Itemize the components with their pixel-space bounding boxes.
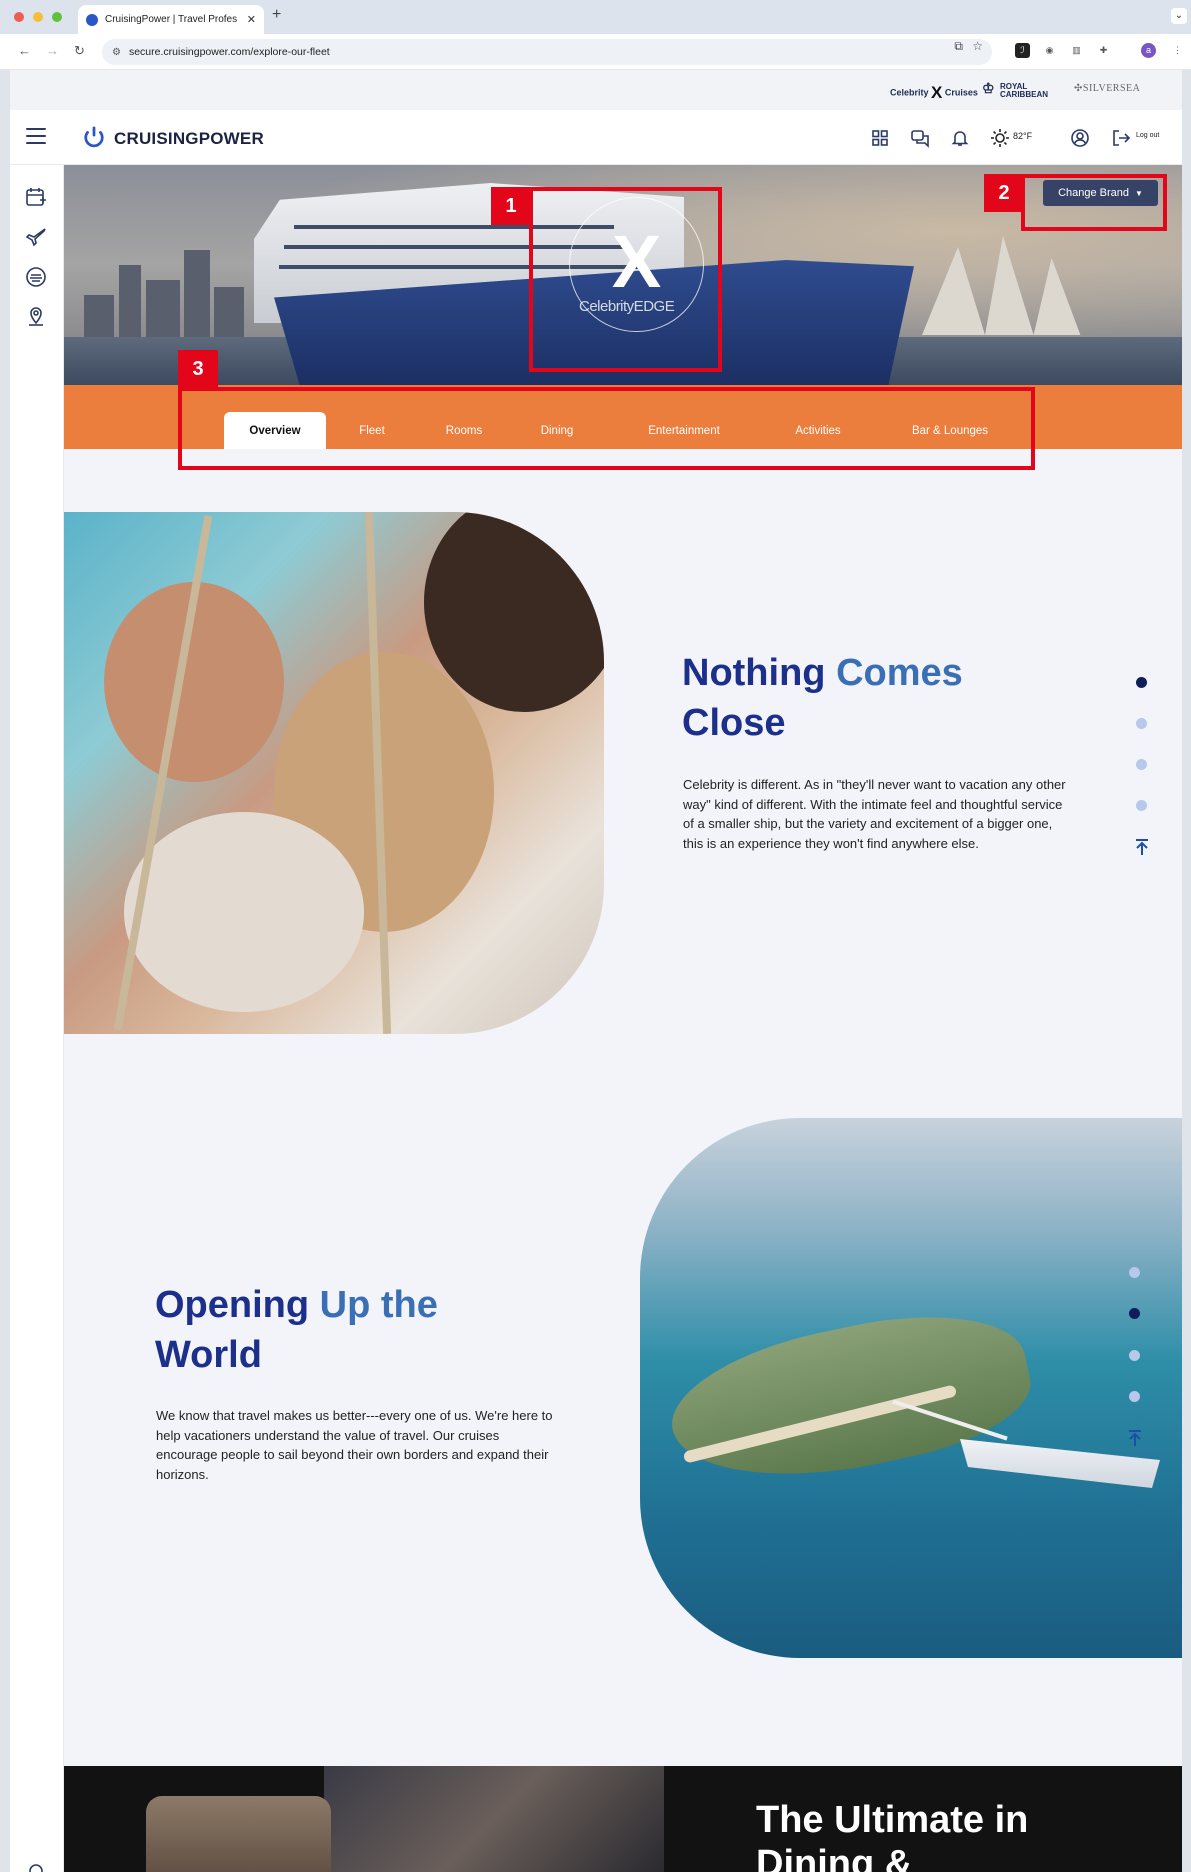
cruisingpower-favicon-icon [86,13,98,26]
notification-bell-icon[interactable] [950,128,970,148]
city-skyline [146,280,180,345]
chat-support-icon[interactable] [26,1862,46,1872]
scroll-to-top-icon[interactable] [1127,1429,1143,1447]
bookmark-star-icon[interactable]: ☆ [972,39,983,53]
cruise-ship-circle-icon[interactable] [25,266,47,288]
browser-menu-icon[interactable]: ⋮ [1170,43,1185,58]
tab-search-chevron-icon[interactable]: ⌄ [1171,8,1187,24]
section-dot-1[interactable] [1136,677,1147,688]
section-dot-1[interactable] [1129,1267,1140,1278]
title-line-2: Dining & [756,1843,913,1872]
celebrity-x-mark: X [931,83,943,102]
forward-arrow-icon[interactable]: → [46,43,59,58]
annotation-label-1: 1 [491,187,531,225]
section-dot-4[interactable] [1129,1391,1140,1402]
annotation-label-2: 2 [984,174,1024,212]
royal-caribbean-logo[interactable]: ♔ ROYAL CARIBBEAN [982,80,1048,99]
section-dot-3[interactable] [1136,759,1147,770]
annotation-box-2 [1021,174,1167,231]
logout-icon[interactable] [1111,128,1131,148]
dining-photo [146,1796,331,1872]
camera-extension-icon[interactable]: ◉ [1042,43,1057,58]
profile-avatar[interactable]: a [1141,43,1156,58]
section-dot-2[interactable] [1129,1308,1140,1319]
title-line-1: The Ultimate in [756,1799,1029,1841]
new-tab-icon[interactable]: + [272,6,281,24]
section-title-opening-up-the-world: Opening Up the World [155,1280,515,1380]
title-accent: Comes [836,652,963,694]
hamburger-menu-icon[interactable] [26,128,46,144]
brand-strip: Celebrity X Cruises ♔ ROYAL CARIBBEAN ✣S… [10,70,1182,110]
section-dot-2[interactable] [1136,718,1147,729]
side-panel-icon[interactable]: ▥ [1069,43,1084,58]
silversea-mark-icon: ✣ [1074,83,1083,94]
dining-photo-backdrop [324,1766,664,1872]
install-app-icon[interactable]: ⧉ [954,39,963,54]
calendar-add-icon[interactable] [25,186,47,208]
section-dot-4[interactable] [1136,800,1147,811]
tab-close-icon[interactable]: ✕ [247,13,256,26]
section-title-nothing-comes-close: Nothing Comes Close [682,648,1022,748]
photo-figure [124,812,364,1012]
browser-toolbar: ← → ↻ ⚙ secure.cruisingpower.com/explore… [0,34,1191,70]
map-pin-icon[interactable] [25,306,47,328]
cruisingpower-wordmark[interactable]: CRUISINGPOWER [114,129,264,149]
back-arrow-icon[interactable]: ← [18,43,31,58]
cruises-word: Cruises [944,87,978,98]
tab-title: CruisingPower | Travel Profes [105,14,238,25]
address-bar[interactable]: ⚙ secure.cruisingpower.com/explore-our-f… [102,39,992,65]
extensions-puzzle-icon[interactable]: ✚ [1096,43,1111,58]
window-zoom-dot[interactable] [52,12,62,22]
silversea-logo[interactable]: ✣SILVERSEA [1074,83,1140,94]
section-title-ultimate-dining: The Ultimate in Dining & [756,1798,1028,1872]
annotation-box-3 [178,387,1035,470]
city-skyline [119,265,141,345]
left-sidebar [10,165,64,1872]
title-primary: Opening [155,1284,310,1326]
chat-bubbles-icon[interactable] [910,128,930,148]
section-dot-3[interactable] [1129,1350,1140,1361]
section-body-travel: We know that travel makes us better---ev… [156,1408,553,1482]
island-shape [659,1292,1041,1504]
couple-pool-photo [64,512,604,1034]
user-account-icon[interactable] [1070,128,1090,148]
browser-tab-bar: CruisingPower | Travel Profes ✕ + ⌄ [0,0,1191,34]
title-primary: Nothing [682,652,826,694]
reload-icon[interactable]: ↻ [74,43,85,59]
celebrity-cruises-logo[interactable]: Celebrity X Cruises [890,83,978,103]
section-body-celebrity: Celebrity is different. As in "they'll n… [683,777,1066,851]
title-accent: Up the [319,1284,438,1326]
title-rest: World [155,1334,262,1376]
window-close-dot[interactable] [14,12,24,22]
page-viewport: Celebrity X Cruises ♔ ROYAL CARIBBEAN ✣S… [10,70,1182,1872]
caribbean-word: CARIBBEAN [1000,90,1048,99]
celebrity-word: Celebrity [890,87,929,98]
scroll-to-top-icon[interactable] [1134,838,1150,856]
sun-weather-icon [991,129,1009,147]
silversea-word: SILVERSEA [1082,83,1141,94]
site-info-icon[interactable]: ⚙ [112,47,121,58]
cruisingpower-logo-icon [84,126,104,148]
window-minimize-dot[interactable] [33,12,43,22]
extension-icon-1[interactable]: ℐ [1015,43,1030,58]
dining-section: The Ultimate in Dining & [64,1766,1182,1872]
url-text: secure.cruisingpower.com/explore-our-fle… [128,46,330,58]
app-header: CRUISINGPOWER 82°F Log out [10,110,1182,165]
temperature-readout: 82°F [1013,131,1033,141]
airplane-icon[interactable] [25,226,47,248]
crown-anchor-icon: ♔ [982,80,995,96]
title-rest: Close [682,702,786,744]
annotation-box-1 [529,187,722,372]
annotation-label-3: 3 [178,350,218,388]
apps-grid-icon[interactable] [870,128,890,148]
island-cruise-aerial-photo [640,1118,1182,1658]
city-skyline [184,250,210,345]
browser-tab[interactable]: CruisingPower | Travel Profes ✕ [78,5,264,34]
logout-link[interactable]: Log out [1136,132,1159,139]
